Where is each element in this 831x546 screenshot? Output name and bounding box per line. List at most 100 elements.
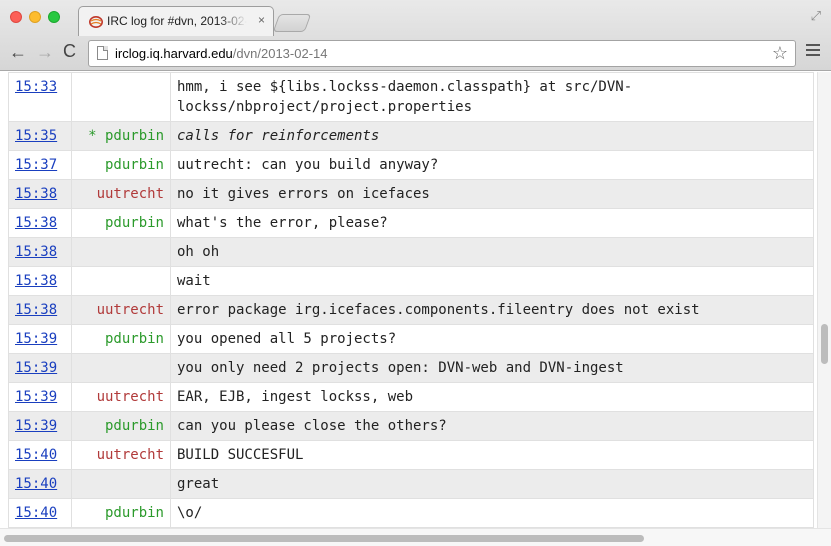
timestamp-link[interactable]: 15:40 bbox=[15, 505, 57, 521]
url-text[interactable]: irclog.iq.harvard.edu/dvn/2013-02-14 bbox=[115, 46, 327, 61]
log-message: \o/ bbox=[170, 498, 814, 528]
log-message: oh oh bbox=[170, 237, 814, 267]
log-time-cell: 15:39 bbox=[8, 324, 72, 354]
new-tab-button[interactable] bbox=[272, 14, 312, 32]
horizontal-scrollbar[interactable] bbox=[0, 528, 831, 546]
log-nick: pdurbin bbox=[71, 411, 171, 441]
close-tab-icon[interactable]: × bbox=[258, 13, 265, 27]
log-nick bbox=[71, 72, 171, 122]
vertical-scroll-thumb[interactable] bbox=[821, 324, 828, 364]
log-time-cell: 15:39 bbox=[8, 382, 72, 412]
log-body: 15:33 hmm, i see ${libs.lockss-daemon.cla… bbox=[8, 72, 814, 528]
irc-log-table: 15:33 hmm, i see ${libs.lockss-daemon.cla… bbox=[8, 72, 814, 528]
tab-irc-log[interactable]: IRC log for #dvn, 2013-02-14 × bbox=[78, 6, 274, 36]
log-row: 15:38 wait bbox=[8, 266, 814, 296]
address-bar[interactable]: irclog.iq.harvard.edu/dvn/2013-02-14 ☆ bbox=[88, 40, 796, 67]
page-content: 15:33 hmm, i see ${libs.lockss-daemon.cla… bbox=[0, 72, 817, 528]
timestamp-link[interactable]: 15:38 bbox=[15, 215, 57, 231]
log-row: 15:39 pdurbin you opened all 5 projects? bbox=[8, 324, 814, 354]
log-message: no it gives errors on icefaces bbox=[170, 179, 814, 209]
log-nick: pdurbin bbox=[71, 150, 171, 180]
log-row: 15:35 * pdurbin calls for reinforcements bbox=[8, 121, 814, 151]
log-time-cell: 15:38 bbox=[8, 266, 72, 296]
timestamp-link[interactable]: 15:39 bbox=[15, 389, 57, 405]
log-row: 15:40 great bbox=[8, 469, 814, 499]
log-message: you only need 2 projects open: DVN-web a… bbox=[170, 353, 814, 383]
zoom-window-button[interactable] bbox=[48, 11, 60, 23]
url-host: irclog.iq.harvard.edu bbox=[115, 46, 233, 61]
log-message: error package irg.icefaces.components.fi… bbox=[170, 295, 814, 325]
log-time-cell: 15:40 bbox=[8, 440, 72, 470]
log-row: 15:33 hmm, i see ${libs.lockss-daemon.cla… bbox=[8, 72, 814, 122]
log-nick bbox=[71, 353, 171, 383]
log-time-cell: 15:38 bbox=[8, 179, 72, 209]
timestamp-link[interactable]: 15:37 bbox=[15, 157, 57, 173]
ircbot-favicon-icon bbox=[89, 16, 103, 28]
timestamp-link[interactable]: 15:40 bbox=[15, 476, 57, 492]
reload-button[interactable]: C bbox=[63, 41, 76, 62]
log-time-cell: 15:40 bbox=[8, 469, 72, 499]
log-nick: uutrecht bbox=[71, 295, 171, 325]
log-nick: pdurbin bbox=[71, 324, 171, 354]
timestamp-link[interactable]: 15:38 bbox=[15, 302, 57, 318]
log-row: 15:38 pdurbin what's the error, please? bbox=[8, 208, 814, 238]
menu-icon[interactable] bbox=[806, 44, 820, 59]
timestamp-link[interactable]: 15:39 bbox=[15, 331, 57, 347]
log-time-cell: 15:39 bbox=[8, 411, 72, 441]
log-time-cell: 15:38 bbox=[8, 237, 72, 267]
timestamp-link[interactable]: 15:33 bbox=[15, 79, 57, 95]
browser-chrome: IRC log for #dvn, 2013-02-14 × ⤢ ← → C i… bbox=[0, 0, 831, 71]
timestamp-link[interactable]: 15:38 bbox=[15, 273, 57, 289]
log-message: you opened all 5 projects? bbox=[170, 324, 814, 354]
log-nick: uutrecht bbox=[71, 440, 171, 470]
log-time-cell: 15:38 bbox=[8, 295, 72, 325]
timestamp-link[interactable]: 15:38 bbox=[15, 186, 57, 202]
log-nick bbox=[71, 469, 171, 499]
log-row: 15:39 you only need 2 projects open: DVN-… bbox=[8, 353, 814, 383]
log-time-cell: 15:35 bbox=[8, 121, 72, 151]
close-window-button[interactable] bbox=[10, 11, 22, 23]
back-button[interactable]: ← bbox=[9, 42, 27, 63]
forward-button[interactable]: → bbox=[36, 42, 54, 63]
timestamp-link[interactable]: 15:38 bbox=[15, 244, 57, 260]
log-time-cell: 15:40 bbox=[8, 498, 72, 528]
log-time-cell: 15:38 bbox=[8, 208, 72, 238]
log-message: can you please close the others? bbox=[170, 411, 814, 441]
url-path: /dvn/2013-02-14 bbox=[232, 46, 328, 61]
log-message: hmm, i see ${libs.lockss-daemon.classpat… bbox=[170, 72, 814, 122]
timestamp-link[interactable]: 15:39 bbox=[15, 418, 57, 434]
log-time-cell: 15:39 bbox=[8, 353, 72, 383]
log-message: BUILD SUCCESFUL bbox=[170, 440, 814, 470]
timestamp-link[interactable]: 15:40 bbox=[15, 447, 57, 463]
log-message: what's the error, please? bbox=[170, 208, 814, 238]
log-time-cell: 15:37 bbox=[8, 150, 72, 180]
log-nick: * pdurbin bbox=[71, 121, 171, 151]
log-row: 15:39 pdurbin can you please close the oth… bbox=[8, 411, 814, 441]
log-row: 15:38 uutrecht error package irg.icefaces.… bbox=[8, 295, 814, 325]
minimize-window-button[interactable] bbox=[29, 11, 41, 23]
log-nick: uutrecht bbox=[71, 179, 171, 209]
bookmark-star-icon[interactable]: ☆ bbox=[772, 43, 788, 64]
log-nick: pdurbin bbox=[71, 208, 171, 238]
log-row: 15:37 pdurbin uutrecht: can you build anyw… bbox=[8, 150, 814, 180]
log-message: great bbox=[170, 469, 814, 499]
log-message: wait bbox=[170, 266, 814, 296]
fullscreen-icon[interactable]: ⤢ bbox=[811, 8, 821, 24]
log-message: EAR, EJB, ingest lockss, web bbox=[170, 382, 814, 412]
timestamp-link[interactable]: 15:39 bbox=[15, 360, 57, 376]
log-row: 15:38 oh oh bbox=[8, 237, 814, 267]
log-nick bbox=[71, 237, 171, 267]
log-nick: uutrecht bbox=[71, 382, 171, 412]
log-message: uutrecht: can you build anyway? bbox=[170, 150, 814, 180]
log-row: 15:40 uutrecht BUILD SUCCESFUL bbox=[8, 440, 814, 470]
page-icon bbox=[97, 46, 108, 60]
log-row: 15:38 uutrecht no it gives errors on icefa… bbox=[8, 179, 814, 209]
horizontal-scroll-thumb[interactable] bbox=[4, 535, 644, 542]
log-row: 15:39 uutrecht EAR, EJB, ingest lockss, we… bbox=[8, 382, 814, 412]
log-nick bbox=[71, 266, 171, 296]
log-row: 15:40 pdurbin \o/ bbox=[8, 498, 814, 528]
vertical-scrollbar[interactable] bbox=[817, 72, 831, 528]
timestamp-link[interactable]: 15:35 bbox=[15, 128, 57, 144]
tab-title: IRC log for #dvn, 2013-02-14 bbox=[107, 14, 247, 28]
log-nick: pdurbin bbox=[71, 498, 171, 528]
